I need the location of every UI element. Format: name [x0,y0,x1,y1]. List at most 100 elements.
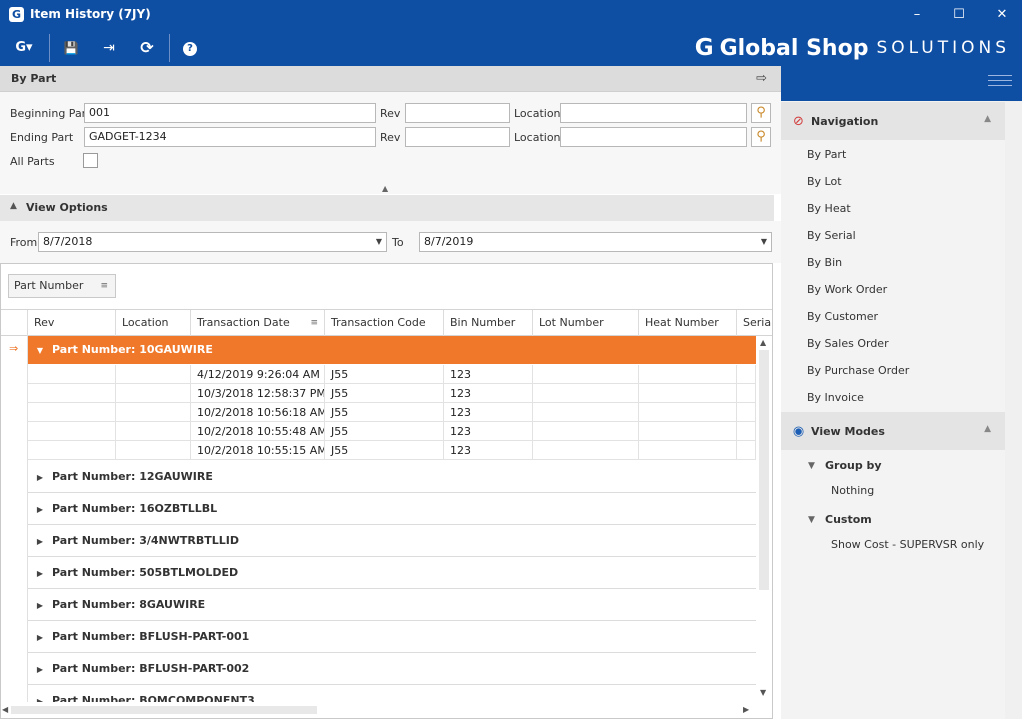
by-part-header: By Part ⇨ [0,66,781,92]
group-row-active[interactable]: ▼ Part Number: 10GAUWIRE [28,336,756,364]
group-row[interactable]: ▶ Part Number: BFLUSH-PART-001 [28,621,756,653]
ending-rev-input[interactable] [405,127,510,147]
maximize-button[interactable]: ☐ [944,4,974,26]
cell-lot-number [533,403,639,422]
group-row-label: Part Number: BFLUSH-PART-002 [52,662,250,675]
ending-location-input[interactable] [560,127,747,147]
nav-item-by-serial[interactable]: By Serial [807,229,856,242]
chevron-down-icon: ▼ [375,237,382,246]
beginning-location-input[interactable] [560,103,747,123]
column-header-heat-number[interactable]: Heat Number [639,310,737,336]
ending-part-input[interactable]: GADGET-1234 [84,127,376,147]
group-by-label[interactable]: Group by [825,459,882,472]
item-history-window: G Item History (7JY) – ☐ ✕ G▾ 💾 ⇥ ⟳ ? G … [0,0,1022,719]
collapse-panel-icon[interactable]: ⇨ [756,71,767,86]
view-options-header[interactable]: ▲ View Options [0,195,774,221]
refresh-icon[interactable]: ⟳ [134,36,160,60]
cell-lot-number [533,441,639,460]
expanded-arrow-icon: ▼ [36,346,44,355]
column-header-transaction-code[interactable]: Transaction Code [325,310,444,336]
ending-part-label: Ending Part [10,131,74,144]
beginning-part-input[interactable]: 001 [84,103,376,123]
scroll-left-icon[interactable]: ◀ [2,705,8,714]
from-date-picker[interactable]: 8/7/2018 ▼ [38,232,387,252]
table-row[interactable]: 10/2/2018 10:56:18 AM J55 123 [28,403,756,422]
nav-item-by-purchase-order[interactable]: By Purchase Order [807,364,909,377]
cell-rev [28,403,116,422]
view-modes-header[interactable]: ◉ View Modes ▲ [781,412,1005,450]
help-button[interactable]: ? [177,36,203,60]
by-part-title: By Part [11,72,57,85]
custom-show-cost[interactable]: Show Cost - SUPERVSR only [831,538,984,551]
group-row[interactable]: ▶ Part Number: 3/4NWTRBTLLID [28,525,756,557]
nav-item-by-heat[interactable]: By Heat [807,202,851,215]
scroll-up-icon[interactable]: ▲ [760,338,766,347]
navigation-panel-top [781,66,1022,101]
group-row[interactable]: ▶ Part Number: BFLUSH-PART-002 [28,653,756,685]
close-button[interactable]: ✕ [987,4,1017,26]
group-row[interactable]: ▶ Part Number: 505BTLMOLDED [28,557,756,589]
group-row[interactable]: ▶ Part Number: 16OZBTLLBL [28,493,756,525]
table-row[interactable]: 10/2/2018 10:55:15 AM J55 123 [28,441,756,460]
part-filters: Beginning Part 001 Rev Location ⚲ Ending… [0,92,781,194]
vertical-scrollbar[interactable]: ▲ ▼ [756,336,772,704]
horizontal-scrollbar[interactable]: ◀ ▶ [1,702,772,718]
nav-item-by-customer[interactable]: By Customer [807,310,878,323]
row-indicator-column [1,336,28,704]
save-icon[interactable]: 💾 [58,36,84,60]
navigation-header[interactable]: ⊘ Navigation ▲ [781,102,1005,140]
cell-bin-number: 123 [444,441,533,460]
column-header-lot-number[interactable]: Lot Number [533,310,639,336]
cell-rev [28,441,116,460]
splitter-up-icon[interactable]: ▲ [382,184,388,193]
cell-heat-number [639,403,737,422]
g-menu-button[interactable]: G▾ [9,36,39,60]
beginning-search-icon[interactable]: ⚲ [751,103,771,123]
brand-g-icon: G [694,35,714,61]
to-date-picker[interactable]: 8/7/2019 ▼ [419,232,772,252]
horizontal-scroll-thumb[interactable] [11,706,317,714]
group-by-chip[interactable]: Part Number ≡ [8,274,116,298]
cell-location [116,365,191,384]
nav-item-by-bin[interactable]: By Bin [807,256,842,269]
item-history-grid: Part Number ≡ Rev Location Transaction D… [0,263,773,719]
scroll-down-icon[interactable]: ▼ [760,688,766,697]
export-icon[interactable]: ⇥ [96,36,122,60]
nav-item-by-sales-order[interactable]: By Sales Order [807,337,889,350]
cell-transaction-code: J55 [325,422,444,441]
compass-icon: ⊘ [793,114,804,129]
column-header-rev[interactable]: Rev [28,310,116,336]
nav-item-by-lot[interactable]: By Lot [807,175,842,188]
ending-search-icon[interactable]: ⚲ [751,127,771,147]
group-row[interactable]: ▶ Part Number: 12GAUWIRE [28,461,756,493]
navigation-scrollbar[interactable] [1005,101,1022,719]
window-title: Item History (7JY) [30,7,151,21]
column-header-bin-number[interactable]: Bin Number [444,310,533,336]
table-row[interactable]: 4/12/2019 9:26:04 AM J55 123 [28,365,756,384]
nav-item-by-work-order[interactable]: By Work Order [807,283,887,296]
beginning-rev-input[interactable] [405,103,510,123]
table-row[interactable]: 10/2/2018 10:55:48 AM J55 123 [28,422,756,441]
column-header-location[interactable]: Location [116,310,191,336]
custom-arrow-icon: ▼ [808,515,815,525]
minimize-button[interactable]: – [902,4,932,26]
group-row[interactable]: ▶ Part Number: 8GAUWIRE [28,589,756,621]
nav-item-by-invoice[interactable]: By Invoice [807,391,864,404]
group-by-nothing[interactable]: Nothing [831,484,874,497]
cell-transaction-code: J55 [325,365,444,384]
group-by-chip-label: Part Number [14,279,84,292]
table-row[interactable]: 10/3/2018 12:58:37 PM J55 123 [28,384,756,403]
toolbar-separator [49,34,50,62]
hamburger-menu-icon[interactable] [988,75,1012,91]
scroll-right-icon[interactable]: ▶ [743,705,749,714]
group-row[interactable]: ▶ Part Number: BOMCOMPONENT3 [28,685,756,703]
group-row-label: Part Number: 505BTLMOLDED [52,566,239,579]
column-header-transaction-date[interactable]: Transaction Date ≡ [191,310,325,336]
custom-label[interactable]: Custom [825,513,872,526]
vertical-scroll-thumb[interactable] [759,350,769,590]
cell-transaction-date: 10/3/2018 12:58:37 PM [191,384,325,403]
all-parts-checkbox[interactable] [83,153,98,168]
column-header-serial-number[interactable]: Serial N [737,310,772,336]
nav-item-by-part[interactable]: By Part [807,148,846,161]
cell-location [116,384,191,403]
